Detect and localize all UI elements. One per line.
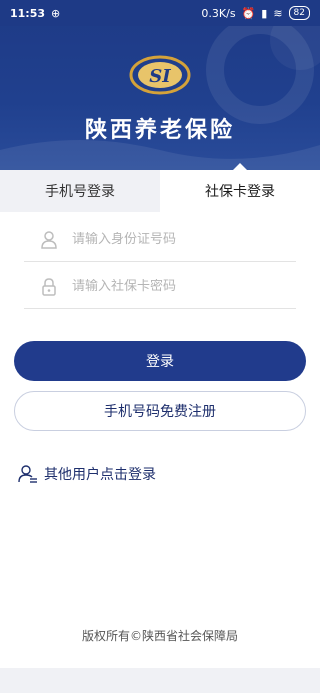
status-time: 11:53 xyxy=(10,6,46,20)
login-button[interactable]: 登录 xyxy=(14,341,306,381)
other-user-icon xyxy=(18,465,37,483)
alarm-icon: ⏰ xyxy=(241,6,256,20)
user-icon xyxy=(38,229,60,251)
logo-text: SI xyxy=(149,66,171,87)
network-speed: 0.3K/s xyxy=(201,6,236,20)
id-number-input[interactable] xyxy=(72,232,296,247)
si-logo-icon: SI xyxy=(129,55,191,95)
lock-icon xyxy=(38,276,60,298)
tab-phone-login[interactable]: 手机号登录 xyxy=(0,170,160,212)
register-button[interactable]: 手机号码免费注册 xyxy=(14,391,306,431)
tab-social-card-login[interactable]: 社保卡登录 xyxy=(160,163,320,212)
signal-icon: ▮ xyxy=(261,6,268,20)
password-input[interactable] xyxy=(72,279,296,294)
status-bar: 11:53 ⊕ 0.3K/s ⏰ ▮ ≋ 82 xyxy=(0,0,320,26)
login-form xyxy=(24,218,296,309)
copyright-text: 版权所有©陕西省社会保障局 xyxy=(81,629,238,643)
login-tabs: 手机号登录 社保卡登录 xyxy=(0,163,320,212)
wifi-icon: ≋ xyxy=(273,6,283,20)
other-user-login-label: 其他用户点击登录 xyxy=(44,467,156,483)
notification-icon: ⊕ xyxy=(51,6,61,20)
password-field xyxy=(24,265,296,309)
bottom-bar xyxy=(0,668,320,693)
app-title: 陕西养老保险 xyxy=(84,118,235,143)
battery-icon: 82 xyxy=(288,6,310,20)
other-user-login-link[interactable]: 其他用户点击登录 xyxy=(18,464,156,484)
id-number-field xyxy=(24,218,296,262)
